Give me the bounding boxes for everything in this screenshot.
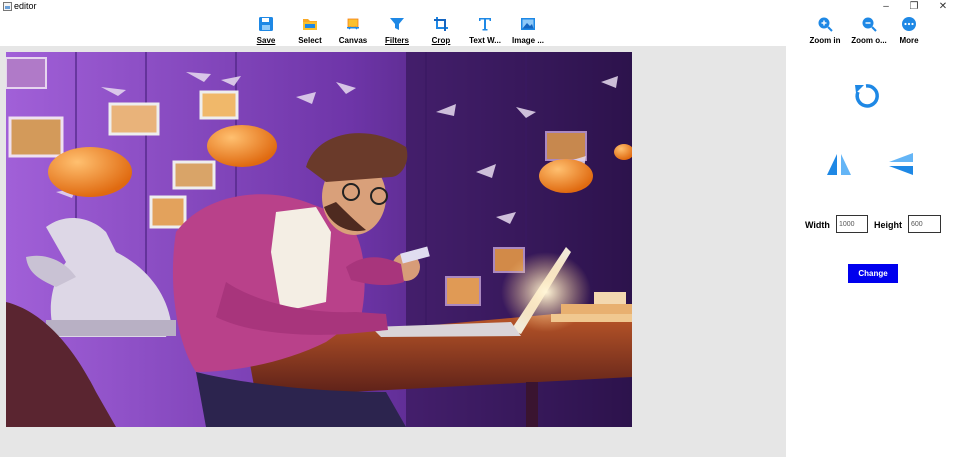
edited-image[interactable] <box>6 52 632 427</box>
height-label: Height <box>874 220 902 230</box>
image-watermark-label: Image ... <box>511 36 544 45</box>
zoom-in-icon <box>818 17 833 32</box>
title-bar: editor – ❐ ✕ <box>0 0 957 14</box>
maximize-button[interactable]: ❐ <box>904 0 924 14</box>
flip-vertical-icon[interactable] <box>888 152 914 176</box>
canvas-label: Canvas <box>338 36 368 45</box>
flip-horizontal-icon[interactable] <box>826 152 852 176</box>
crop-icon <box>434 17 448 31</box>
image-icon <box>521 18 535 30</box>
more-icon <box>902 17 916 31</box>
canvas-area[interactable] <box>0 46 786 457</box>
window-title: editor <box>14 1 37 11</box>
image-watermark-button[interactable]: Image ... <box>508 16 548 46</box>
text-watermark-button[interactable]: Text W... <box>465 16 505 46</box>
close-button[interactable]: ✕ <box>933 0 953 14</box>
save-icon <box>259 17 273 31</box>
zoom-out-label: Zoom o... <box>851 36 887 45</box>
text-icon <box>479 18 491 31</box>
filters-button[interactable]: Filters <box>377 16 417 46</box>
filter-icon <box>390 18 404 30</box>
minimize-button[interactable]: – <box>876 0 896 14</box>
canvas-icon <box>347 18 359 30</box>
select-button[interactable]: Select <box>290 16 330 46</box>
rotate-icon[interactable] <box>852 82 880 110</box>
crop-label: Crop <box>431 36 451 45</box>
width-label: Width <box>805 220 830 230</box>
text-watermark-label: Text W... <box>469 36 501 45</box>
more-label: More <box>899 36 919 45</box>
filters-label: Filters <box>384 36 409 45</box>
save-label: Save <box>256 36 276 45</box>
zoom-in-label: Zoom in <box>809 36 841 45</box>
save-button[interactable]: Save <box>246 16 286 46</box>
more-button[interactable]: More <box>889 16 929 46</box>
photo-illustration <box>6 52 632 427</box>
width-input[interactable] <box>836 215 868 233</box>
canvas-button[interactable]: Canvas <box>333 16 373 46</box>
zoom-in-button[interactable]: Zoom in <box>805 16 845 46</box>
zoom-out-button[interactable]: Zoom o... <box>849 16 889 46</box>
properties-panel: Width Height Change <box>786 46 957 457</box>
change-button[interactable]: Change <box>848 264 898 283</box>
zoom-out-icon <box>862 17 877 32</box>
height-input[interactable] <box>908 215 941 233</box>
select-label: Select <box>298 36 322 45</box>
crop-button[interactable]: Crop <box>421 16 461 46</box>
app-icon <box>3 2 12 11</box>
folder-icon <box>303 19 317 30</box>
